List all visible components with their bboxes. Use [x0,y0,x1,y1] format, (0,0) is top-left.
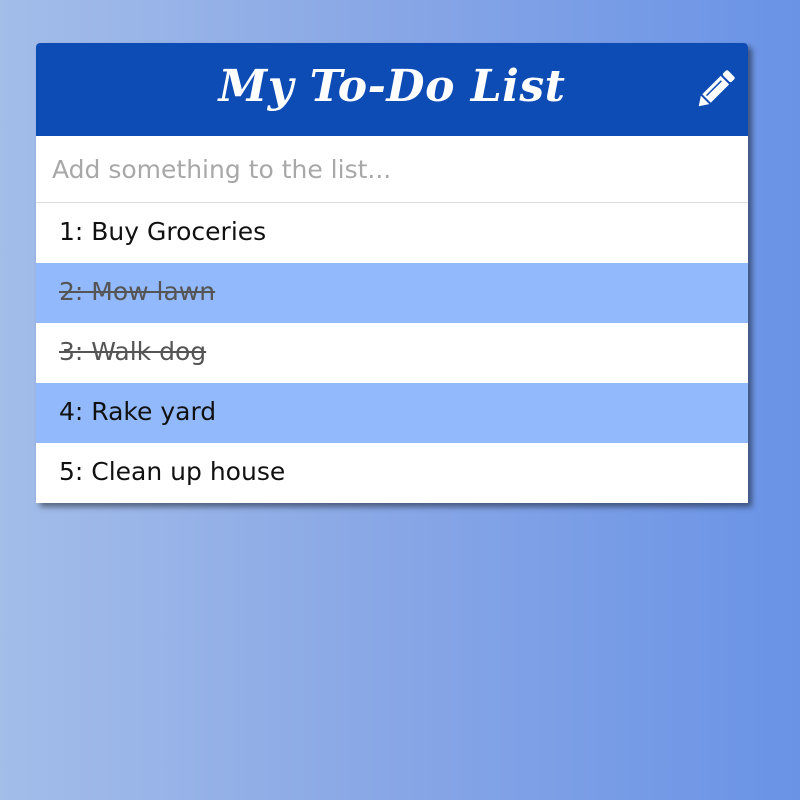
add-item-input[interactable] [36,136,748,203]
app-title: My To-Do List [218,61,566,112]
todo-header: My To-Do List [36,43,748,136]
todo-item-walk-dog[interactable]: 3: Walk dog [36,323,748,383]
pencil-icon[interactable] [692,67,738,113]
todo-list: 1: Buy Groceries 2: Mow lawn 3: Walk dog… [36,203,748,503]
todo-card: My To-Do List 1: Buy Groceries 2: Mow la… [36,43,748,503]
todo-item-mow-lawn[interactable]: 2: Mow lawn [36,263,748,323]
todo-item-rake-yard[interactable]: 4: Rake yard [36,383,748,443]
todo-item-clean-up-house[interactable]: 5: Clean up house [36,443,748,503]
todo-item-buy-groceries[interactable]: 1: Buy Groceries [36,203,748,263]
